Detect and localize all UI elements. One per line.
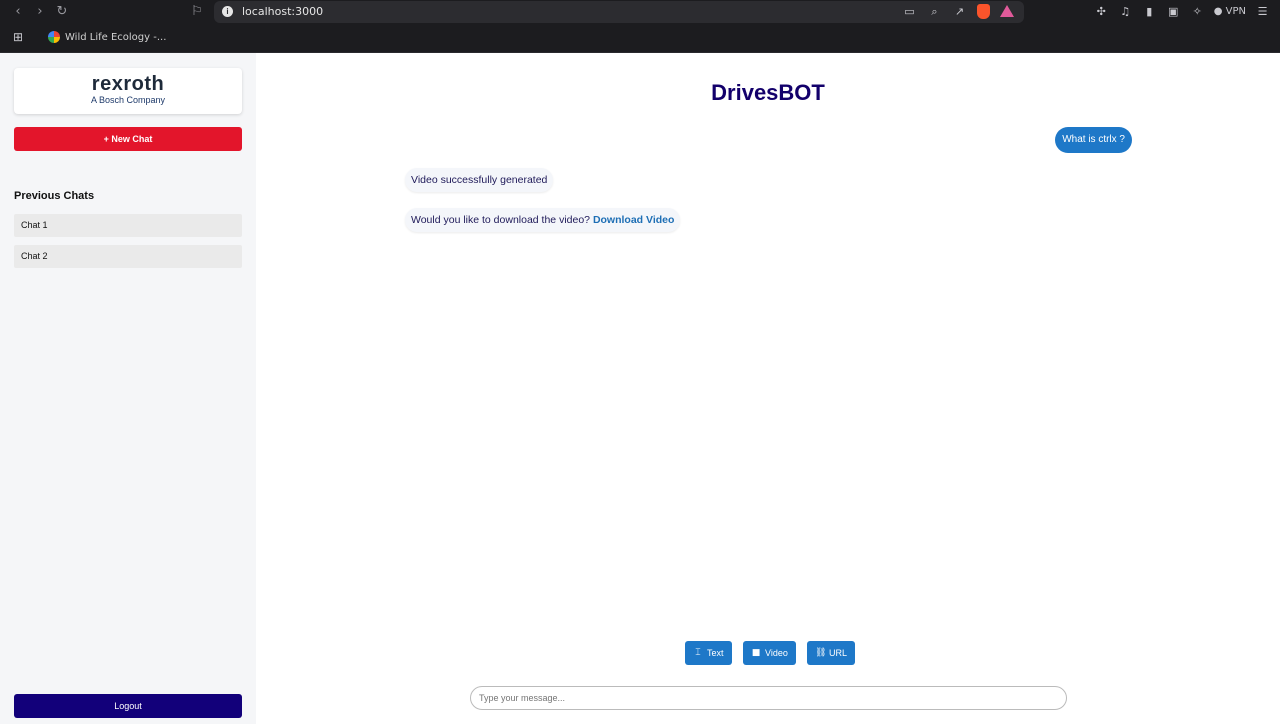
page-title: DrivesBOT bbox=[711, 80, 825, 105]
wallet-icon[interactable]: ▣ bbox=[1166, 4, 1181, 19]
video-camera-icon: ■ bbox=[751, 648, 761, 658]
rexroth-logo: rexroth bbox=[91, 73, 165, 95]
chat-item-2[interactable]: Chat 2 bbox=[14, 245, 242, 268]
video-mode-label: Video bbox=[765, 648, 788, 658]
url-text[interactable]: localhost:3000 bbox=[242, 5, 323, 18]
browser-toolbar: ‹ › ↻ ⚐ i localhost:3000 ▭ ⌕ ↗ ✣ ♫ ▮ ▣ ✧… bbox=[0, 0, 1280, 24]
bot-message-bubble: Video successfully generated bbox=[405, 168, 554, 192]
download-video-link[interactable]: Download Video bbox=[593, 214, 674, 226]
bookmark-label: Wild Life Ecology -... bbox=[65, 31, 167, 43]
logo-card: rexroth A Bosch Company bbox=[14, 68, 242, 114]
user-message-bubble: What is ctrlx ? bbox=[1055, 127, 1132, 153]
site-info-icon[interactable]: i bbox=[222, 6, 233, 17]
bookmark-icon[interactable]: ⚐ bbox=[189, 4, 205, 20]
text-mode-label: Text bbox=[707, 648, 724, 658]
media-icon[interactable]: ♫ bbox=[1118, 4, 1133, 19]
message-input[interactable] bbox=[470, 686, 1067, 710]
brave-rewards-icon[interactable] bbox=[1000, 5, 1014, 17]
link-icon: ⛓ bbox=[815, 648, 827, 658]
new-chat-button[interactable]: + New Chat bbox=[14, 127, 242, 151]
bot-message-bubble: Would you like to download the video? Do… bbox=[405, 208, 681, 232]
apps-grid-icon[interactable]: ⊞ bbox=[13, 31, 25, 43]
google-icon bbox=[48, 31, 60, 43]
extensions-icon[interactable]: ✣ bbox=[1094, 4, 1109, 19]
sidebar-toggle-icon[interactable]: ▮ bbox=[1142, 4, 1157, 19]
logout-button[interactable]: Logout bbox=[14, 694, 242, 718]
chat-main: DrivesBOT What is ctrlx ? Video successf… bbox=[256, 53, 1280, 724]
logo-tagline: A Bosch Company bbox=[90, 95, 166, 105]
bookmarks-bar bbox=[0, 24, 1280, 53]
url-mode-button[interactable]: ⛓ URL bbox=[807, 641, 856, 665]
chat-item-1[interactable]: Chat 1 bbox=[14, 214, 242, 237]
video-mode-button[interactable]: ■ Video bbox=[743, 641, 796, 665]
vpn-label: VPN bbox=[1225, 6, 1246, 17]
leo-ai-icon[interactable]: ✧ bbox=[1190, 4, 1205, 19]
bot-message-text: Would you like to download the video? bbox=[411, 214, 591, 226]
menu-icon[interactable]: ☰ bbox=[1255, 4, 1270, 19]
text-icon: ⌶ bbox=[695, 648, 701, 658]
share-icon[interactable]: ↗ bbox=[952, 4, 967, 19]
forward-icon[interactable]: › bbox=[32, 4, 48, 20]
reload-icon[interactable]: ↻ bbox=[54, 4, 70, 20]
back-icon[interactable]: ‹ bbox=[10, 4, 26, 20]
zoom-icon[interactable]: ⌕ bbox=[927, 4, 942, 19]
address-bar[interactable]: i localhost:3000 ▭ ⌕ ↗ bbox=[214, 1, 1024, 23]
url-mode-label: URL bbox=[829, 648, 848, 658]
cast-icon[interactable]: ▭ bbox=[902, 4, 917, 19]
text-mode-button[interactable]: ⌶ Text bbox=[685, 641, 732, 665]
brave-shield-icon[interactable] bbox=[977, 4, 990, 19]
previous-chats-heading: Previous Chats bbox=[14, 190, 95, 202]
vpn-button[interactable]: ● VPN bbox=[1214, 6, 1246, 17]
bookmark-item[interactable]: Wild Life Ecology -... bbox=[48, 31, 166, 43]
sidebar: rexroth A Bosch Company + New Chat Previ… bbox=[0, 53, 256, 724]
